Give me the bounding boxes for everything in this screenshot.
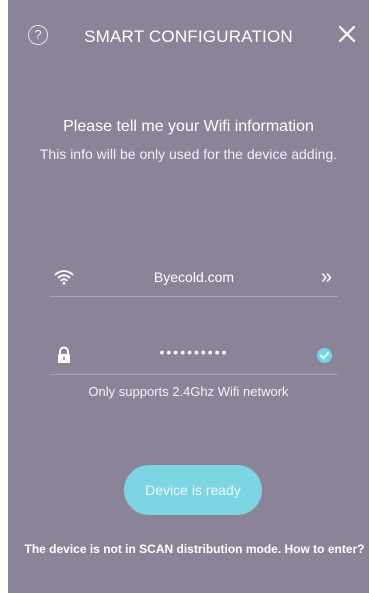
lock-icon — [58, 346, 70, 363]
wifi-ssid-value: Byecold.com — [153, 269, 235, 285]
device-ready-button[interactable]: Device is ready — [124, 465, 262, 515]
wifi-password-row[interactable]: •••••••••• — [50, 338, 338, 375]
help-circle-icon[interactable]: ? — [28, 25, 48, 45]
scan-mode-help-link[interactable]: The device is not in SCAN distribution m… — [20, 542, 369, 557]
wifi-band-hint: Only supports 2.4Ghz Wifi network — [88, 384, 289, 399]
double-chevron-right-icon[interactable]: » — [321, 266, 332, 289]
smart-config-screen: ? SMART CONFIGURATION Please tell me you… — [8, 0, 369, 593]
header-bar: ? SMART CONFIGURATION — [8, 0, 369, 70]
wifi-ssid-row[interactable]: Byecold.com » — [50, 260, 338, 297]
intro-title: Please tell me your Wifi information — [63, 118, 314, 135]
intro-text: Please tell me your Wifi information Thi… — [38, 118, 339, 163]
close-icon[interactable] — [335, 22, 359, 46]
wifi-icon — [54, 270, 74, 285]
intro-subtitle: This info will be only used for the devi… — [39, 146, 338, 162]
password-field[interactable]: •••••••••• — [90, 344, 298, 360]
check-circle-icon[interactable] — [317, 348, 332, 363]
page-title: SMART CONFIGURATION — [84, 27, 293, 46]
